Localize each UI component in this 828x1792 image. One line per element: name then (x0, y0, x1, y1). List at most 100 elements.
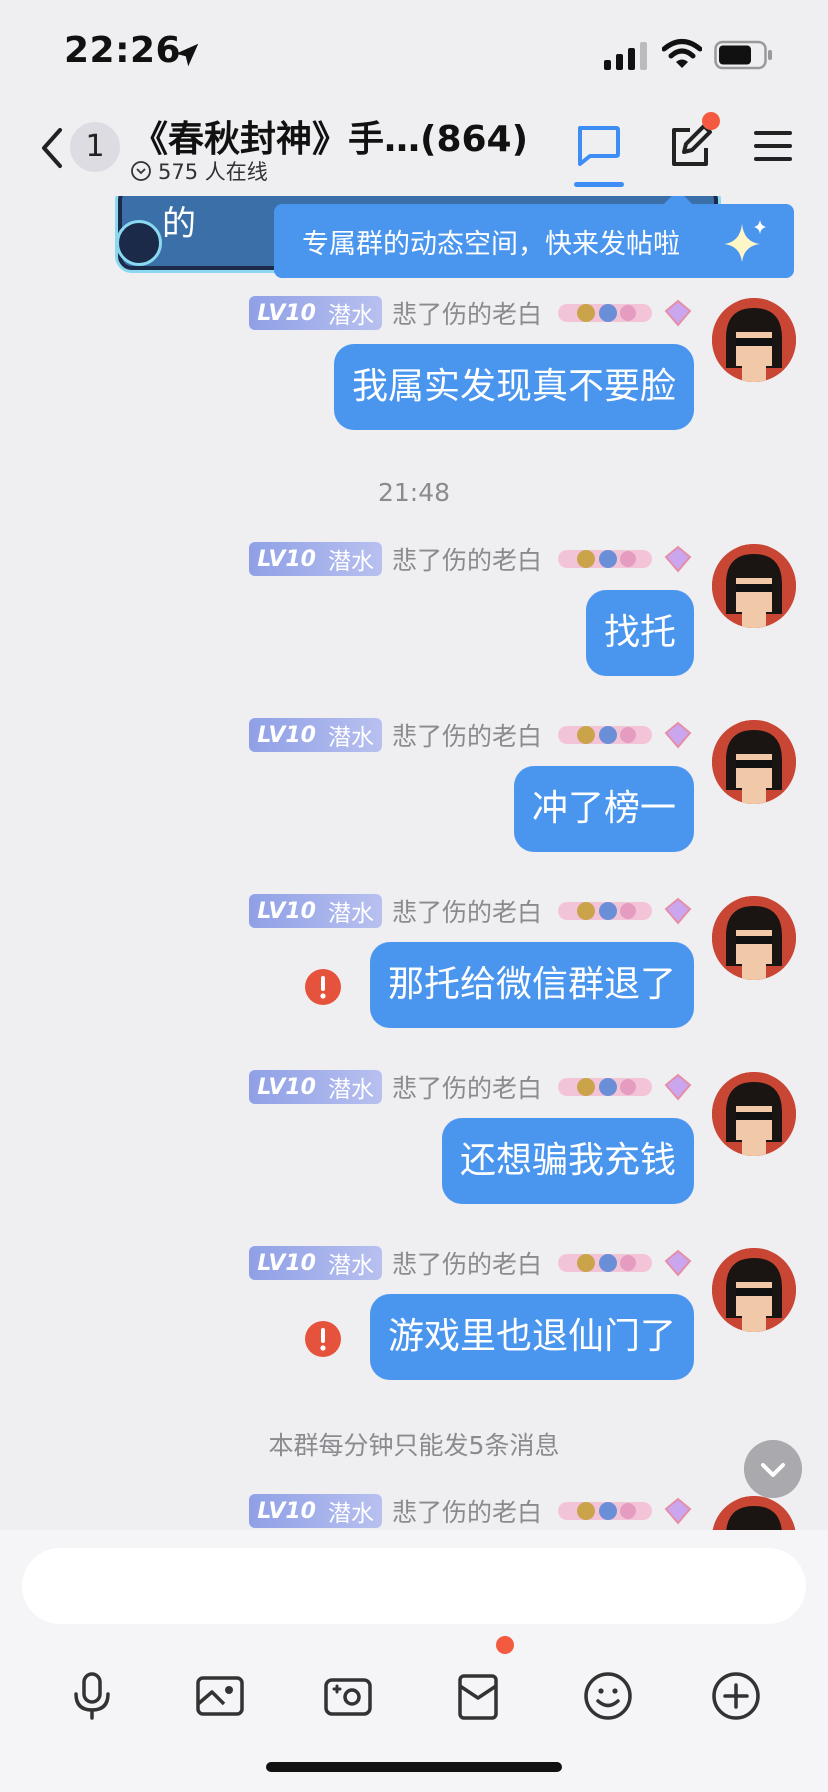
avatar-image (712, 1496, 796, 1530)
card-text: 的 (162, 204, 196, 244)
sender-name[interactable]: 悲了伤的老白 (392, 295, 542, 331)
message-input[interactable] (22, 1548, 806, 1624)
sender-meta: LV10 潜水 悲了伤的老白 (249, 542, 692, 576)
status-bar: 22:26 (0, 0, 828, 100)
sender-meta: LV10 潜水 悲了伤的老白 (249, 1070, 692, 1104)
group-title[interactable]: 《春秋封神》手…(864) (132, 110, 528, 162)
boat-icon (116, 220, 162, 266)
battery-icon (714, 40, 772, 70)
level-badge: LV10 潜水 (249, 894, 382, 928)
avatar[interactable] (712, 1072, 796, 1156)
sender-meta: LV10 潜水 悲了伤的老白 (249, 1246, 692, 1280)
message-list[interactable]: 的 专属群的动态空间，快来发帖啦 LV10 潜水 悲了伤的老白 我属实发现真不要… (0, 196, 828, 1530)
avatar-image (712, 1072, 796, 1156)
message-bubble[interactable]: 那托给微信群退了 (369, 942, 694, 1028)
level-value: LV10 (257, 546, 316, 572)
cellular-signal-icon (604, 42, 647, 70)
feed-tooltip[interactable]: 专属群的动态空间，快来发帖啦 (274, 204, 794, 278)
level-badge: LV10 潜水 (249, 1070, 382, 1104)
level-title: 潜水 (327, 1501, 374, 1527)
gem-badge-icon (664, 721, 692, 749)
sender-meta: LV10 潜水 悲了伤的老白 (249, 894, 692, 928)
wifi-icon (662, 39, 702, 68)
level-badge: LV10 潜水 (249, 1494, 382, 1528)
level-value: LV10 (257, 1074, 316, 1100)
level-title: 潜水 (327, 725, 374, 751)
online-status: 575 人在线 (130, 156, 268, 186)
sender-meta: LV10 潜水 悲了伤的老白 (249, 718, 692, 752)
honor-decoration-icon (558, 1502, 652, 1520)
avatar-image (712, 1248, 796, 1332)
honor-decoration-icon (558, 550, 652, 568)
honor-decoration-icon (558, 902, 652, 920)
message-bubble[interactable]: 冲了榜一 (513, 766, 694, 852)
sender-name[interactable]: 悲了伤的老白 (392, 1493, 542, 1529)
avatar[interactable] (712, 1496, 796, 1530)
avatar-image (712, 544, 796, 628)
sender-meta: LV10 潜水 悲了伤的老白 (249, 296, 692, 330)
sender-name[interactable]: 悲了伤的老白 (392, 1245, 542, 1281)
message-bubble[interactable]: 游戏里也退仙门了 (369, 1294, 694, 1380)
avatar[interactable] (712, 544, 796, 628)
chat-header: 1 《春秋封神》手…(864) 575 人在线 (0, 100, 828, 196)
microphone-icon[interactable] (66, 1670, 118, 1722)
level-value: LV10 (257, 722, 316, 748)
gem-badge-icon (664, 1073, 692, 1101)
send-failed-icon[interactable] (304, 968, 342, 1006)
back-chevron-icon[interactable] (36, 126, 68, 170)
time-divider: 21:48 (377, 478, 451, 507)
level-badge: LV10 潜水 (249, 296, 382, 330)
status-time: 22:26 (64, 30, 182, 71)
avatar-image (712, 720, 796, 804)
sender-name[interactable]: 悲了伤的老白 (392, 541, 542, 577)
honor-decoration-icon (558, 304, 652, 322)
avatar[interactable] (712, 298, 796, 382)
menu-icon[interactable] (752, 128, 794, 164)
send-failed-icon[interactable] (304, 1320, 342, 1358)
honor-decoration-icon (558, 1078, 652, 1096)
level-badge: LV10 潜水 (249, 718, 382, 752)
avatar[interactable] (712, 1248, 796, 1332)
avatar[interactable] (712, 720, 796, 804)
unread-count-badge[interactable]: 1 (70, 122, 120, 172)
gem-badge-icon (664, 1249, 692, 1277)
message-bubble[interactable]: 我属实发现真不要脸 (333, 344, 694, 430)
level-title: 潜水 (327, 1077, 374, 1103)
image-icon[interactable] (194, 1670, 246, 1722)
sparkle-icon (724, 220, 766, 262)
level-value: LV10 (257, 1498, 316, 1524)
sender-name[interactable]: 悲了伤的老白 (392, 1069, 542, 1105)
location-arrow-icon (175, 43, 199, 67)
level-title: 潜水 (327, 549, 374, 575)
avatar[interactable] (712, 896, 796, 980)
avatar-image (712, 896, 796, 980)
gem-badge-icon (664, 545, 692, 573)
plus-icon[interactable] (710, 1670, 762, 1722)
notification-dot (496, 1636, 514, 1654)
camera-icon[interactable] (322, 1670, 374, 1722)
level-value: LV10 (257, 898, 316, 924)
level-badge: LV10 潜水 (249, 542, 382, 576)
sender-name[interactable]: 悲了伤的老白 (392, 717, 542, 753)
scroll-to-bottom-button[interactable] (744, 1440, 802, 1498)
input-panel (0, 1530, 828, 1792)
gem-badge-icon (664, 299, 692, 327)
level-title: 潜水 (327, 303, 374, 329)
notification-dot (702, 112, 720, 130)
message-bubble[interactable]: 找托 (585, 590, 694, 676)
level-title: 潜水 (327, 1253, 374, 1279)
emoji-icon[interactable] (582, 1670, 634, 1722)
gem-badge-icon (664, 897, 692, 925)
avatar-image (712, 298, 796, 382)
tooltip-text: 专属群的动态空间，快来发帖啦 (302, 229, 680, 260)
message-bubble[interactable]: 还想骗我充钱 (441, 1118, 694, 1204)
home-indicator (266, 1762, 562, 1772)
level-value: LV10 (257, 1250, 316, 1276)
level-title: 潜水 (327, 901, 374, 927)
honor-decoration-icon (558, 1254, 652, 1272)
sender-name[interactable]: 悲了伤的老白 (392, 893, 542, 929)
chat-bubble-icon[interactable] (574, 124, 622, 168)
gift-icon[interactable] (452, 1670, 504, 1722)
honor-decoration-icon (558, 726, 652, 744)
chevron-circle-icon (131, 161, 151, 181)
